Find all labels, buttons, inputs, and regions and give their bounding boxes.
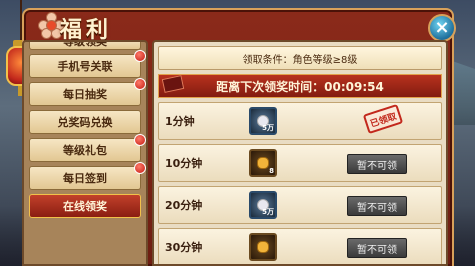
- silver-coin-icon[interactable]: 5万: [249, 107, 277, 135]
- reward-row: 1分钟 5万 已领取: [158, 102, 442, 140]
- claim-button-label: 暂不可领: [357, 160, 397, 172]
- sidebar-item-label: 兑奖码兑换: [57, 116, 113, 129]
- sidebar: 等级领奖 手机号关联 每日抽奖 兑奖码兑换 等级礼包 每日签到 在线领奖: [22, 40, 148, 266]
- sidebar-item-level-gift[interactable]: 等级礼包: [29, 134, 146, 162]
- reward-row: 20分钟 5万 暂不可领: [158, 186, 442, 224]
- sidebar-item-label: 每日签到: [63, 172, 107, 185]
- reward-row: 30分钟 暂不可领: [158, 228, 442, 264]
- claim-condition-text: 领取条件：角色等级≥8级: [242, 54, 358, 66]
- sidebar-item-label: 等级礼包: [63, 144, 107, 157]
- notification-dot-icon: [134, 78, 146, 90]
- claimed-stamp-text: 已领取: [369, 111, 398, 130]
- sidebar-item-redeem-code[interactable]: 兑奖码兑换: [29, 110, 141, 134]
- sidebar-item-phone-link[interactable]: 手机号关联: [29, 50, 146, 78]
- sidebar-item-label: 在线领奖: [63, 200, 107, 213]
- reward-row: 10分钟 8 暂不可领: [158, 144, 442, 182]
- sidebar-item-label: 手机号关联: [57, 60, 113, 73]
- reward-time: 20分钟: [165, 199, 203, 212]
- gold-bar-icon[interactable]: [249, 233, 277, 261]
- reward-list: 1分钟 5万 已领取 10分钟 8 暂不可领 20分钟 5万 暂不可领 30分钟…: [158, 102, 442, 264]
- sidebar-item-online-reward[interactable]: 在线领奖: [29, 194, 141, 218]
- notification-dot-icon: [134, 162, 146, 174]
- claim-condition: 领取条件：角色等级≥8级: [158, 46, 442, 70]
- sidebar-item-level-reward[interactable]: 等级领奖: [29, 40, 141, 50]
- item-quantity: 8: [269, 167, 274, 175]
- reward-time: 10分钟: [165, 157, 203, 170]
- sidebar-item-daily-checkin[interactable]: 每日签到: [29, 162, 146, 190]
- claim-button-disabled[interactable]: 暂不可领: [347, 196, 407, 216]
- reward-time: 30分钟: [165, 241, 203, 254]
- gold-ingot-icon[interactable]: 8: [249, 149, 277, 177]
- claimed-stamp: 已领取: [362, 103, 404, 135]
- timer-text: 距离下次领奖时间：00:09:54: [216, 79, 384, 94]
- claim-button-disabled[interactable]: 暂不可领: [347, 154, 407, 174]
- online-reward-panel: 领取条件：角色等级≥8级 距离下次领奖时间：00:09:54 1分钟 5万 已领…: [152, 40, 448, 266]
- claim-button-disabled[interactable]: 暂不可领: [347, 238, 407, 258]
- reward-time: 1分钟: [165, 115, 195, 128]
- sidebar-item-label: 等级领奖: [63, 40, 107, 48]
- claim-button-label: 暂不可领: [357, 202, 397, 214]
- close-icon: ×: [434, 17, 450, 38]
- claim-button-label: 暂不可领: [357, 244, 397, 256]
- close-button[interactable]: ×: [428, 14, 456, 42]
- notification-dot-icon: [134, 134, 146, 146]
- item-quantity: 5万: [262, 208, 274, 216]
- next-reward-timer: 距离下次领奖时间：00:09:54: [158, 74, 442, 98]
- sidebar-item-daily-lottery[interactable]: 每日抽奖: [29, 78, 146, 106]
- notification-dot-icon: [134, 50, 146, 62]
- seal-stamp-icon: [161, 75, 185, 93]
- sidebar-item-label: 每日抽奖: [63, 88, 107, 101]
- silver-coin-icon[interactable]: 5万: [249, 191, 277, 219]
- item-quantity: 5万: [262, 124, 274, 132]
